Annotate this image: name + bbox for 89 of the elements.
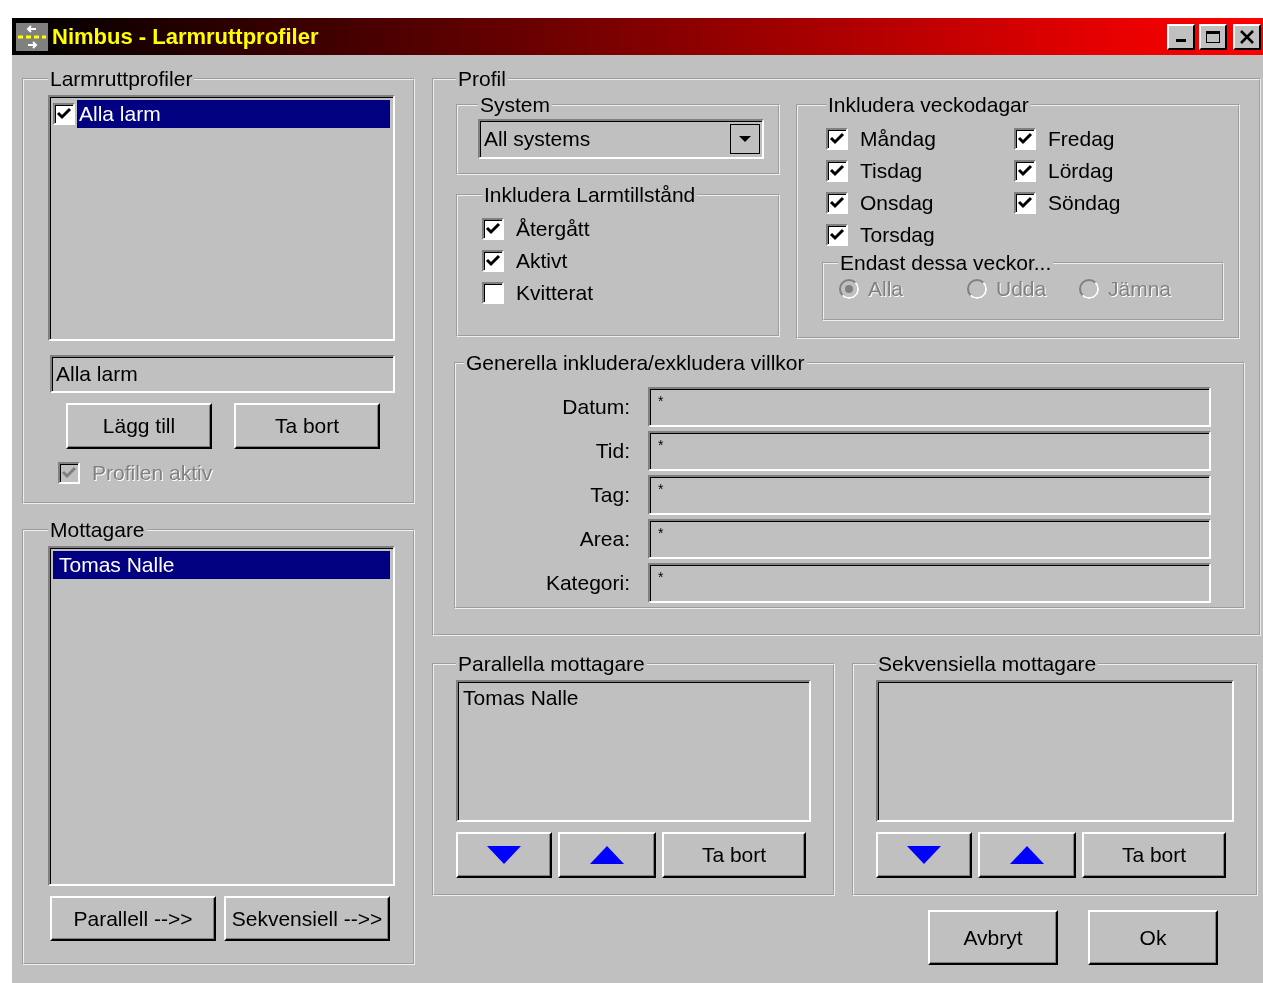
checkbox[interactable]	[482, 282, 504, 304]
field-label: Tag:	[589, 483, 630, 507]
condition-field[interactable]: *	[648, 475, 1211, 515]
down-arrow-icon	[907, 846, 941, 864]
check-icon	[61, 466, 77, 480]
recipient-list[interactable]: Tomas Nalle	[48, 546, 395, 886]
minimize-icon	[1176, 39, 1186, 42]
checkbox-label: Fredag	[1048, 127, 1115, 151]
add-sequential-button[interactable]: Sekvensiell -->>	[224, 896, 390, 941]
checkbox[interactable]	[53, 103, 75, 125]
checkbox[interactable]	[1014, 160, 1036, 182]
check-icon	[1017, 164, 1033, 178]
group-label: Generella inkludera/exkludera villkor	[465, 351, 806, 375]
checkbox[interactable]	[826, 224, 848, 246]
checkbox-label: Tisdag	[860, 159, 923, 183]
add-button[interactable]: Lägg till	[66, 403, 212, 449]
check-icon	[829, 132, 845, 146]
checkbox-label: Måndag	[860, 127, 936, 151]
check-icon	[485, 254, 501, 268]
check-icon	[1017, 196, 1033, 210]
group-label: Inkludera Larmtillstånd	[483, 183, 697, 207]
list-item[interactable]: Tomas Nalle	[53, 551, 390, 579]
check-icon	[485, 222, 501, 236]
condition-field[interactable]: *	[648, 387, 1211, 427]
checkbox[interactable]	[826, 192, 848, 214]
group-label: Larmruttprofiler	[49, 67, 194, 91]
checkbox-label: Profilen aktiv	[92, 461, 213, 485]
checkbox-label: Lördag	[1048, 159, 1114, 183]
checkbox[interactable]	[482, 218, 504, 240]
condition-field[interactable]: *	[648, 431, 1211, 471]
field-label: Datum:	[561, 395, 630, 419]
profile-name-field[interactable]: Alla larm	[50, 355, 395, 393]
up-arrow-icon	[1010, 846, 1044, 864]
remove-button[interactable]: Ta bort	[234, 403, 380, 449]
recipient-list[interactable]: Tomas Nalle	[456, 680, 811, 822]
group-label: Parallella mottagare	[457, 652, 646, 676]
checkbox[interactable]	[826, 160, 848, 182]
remove-button[interactable]: Ta bort	[1082, 832, 1226, 878]
group-label: Profil	[457, 67, 507, 91]
list-item[interactable]: Tomas Nalle	[461, 684, 581, 712]
system-dropdown[interactable]: All systems	[478, 119, 764, 159]
move-up-button[interactable]	[978, 832, 1076, 878]
radio-label: Udda	[996, 277, 1047, 301]
maximize-button[interactable]	[1199, 23, 1227, 50]
group-label: Mottagare	[49, 518, 146, 542]
check-icon	[56, 107, 72, 121]
check-icon	[829, 228, 845, 242]
list-item[interactable]: Alla larm	[77, 100, 390, 128]
minimize-button[interactable]	[1167, 23, 1195, 50]
move-down-button[interactable]	[456, 832, 552, 878]
move-up-button[interactable]	[558, 832, 656, 878]
close-button[interactable]	[1233, 23, 1261, 50]
group-label: Inkludera veckodagar	[827, 93, 1030, 117]
check-icon	[1017, 132, 1033, 146]
checkbox-label: Söndag	[1048, 191, 1121, 215]
group-label: Endast dessa veckor...	[839, 251, 1053, 275]
add-parallel-button[interactable]: Parallell -->>	[50, 896, 216, 941]
field-label: Area:	[578, 527, 630, 551]
checkbox[interactable]	[826, 128, 848, 150]
checkbox[interactable]	[482, 250, 504, 272]
checkbox-label: Återgått	[516, 217, 590, 241]
app-icon	[16, 22, 48, 51]
down-arrow-icon	[487, 846, 521, 864]
group-label: Sekvensiella mottagare	[877, 652, 1098, 676]
maximize-icon	[1205, 29, 1221, 44]
remove-button[interactable]: Ta bort	[662, 832, 806, 878]
close-icon	[1239, 29, 1255, 44]
checkbox-label: Kvitterat	[516, 281, 594, 305]
check-icon	[829, 164, 845, 178]
condition-field[interactable]: *	[648, 563, 1211, 603]
dropdown-arrow-icon	[730, 124, 760, 154]
condition-field[interactable]: *	[648, 519, 1211, 559]
group-label: System	[479, 93, 551, 117]
checkbox-label: Torsdag	[860, 223, 935, 247]
window-title: Nimbus - Larmruttprofiler	[52, 23, 320, 50]
check-icon	[829, 196, 845, 210]
move-down-button[interactable]	[876, 832, 972, 878]
radio-label: Jämna	[1108, 277, 1172, 301]
field-label: Kategori:	[544, 571, 630, 595]
checkbox[interactable]	[1014, 128, 1036, 150]
up-arrow-icon	[590, 846, 624, 864]
checkbox-label: Aktivt	[516, 249, 568, 273]
radio-label: Alla	[868, 277, 904, 301]
ok-button[interactable]: Ok	[1088, 910, 1218, 965]
checkbox[interactable]	[1014, 192, 1036, 214]
profile-list[interactable]: Alla larm	[48, 95, 395, 341]
checkbox-label: Onsdag	[860, 191, 934, 215]
cancel-button[interactable]: Avbryt	[928, 910, 1058, 965]
field-label: Tid:	[594, 439, 630, 463]
